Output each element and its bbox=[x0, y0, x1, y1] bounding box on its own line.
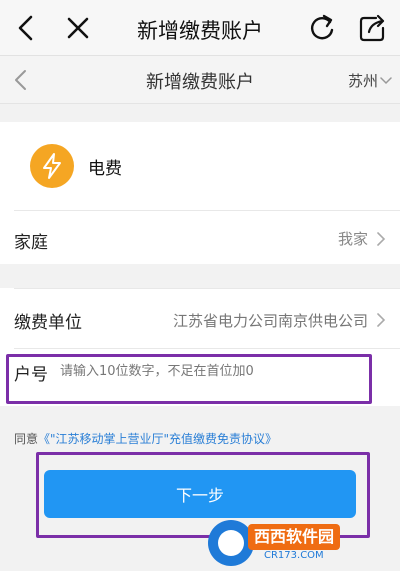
page-title: 新增缴费账户 bbox=[146, 72, 254, 93]
watermark-url: CR173.COM bbox=[264, 550, 324, 561]
refresh-icon[interactable] bbox=[306, 12, 338, 44]
home-label: 家庭 bbox=[14, 233, 48, 253]
share-icon[interactable] bbox=[356, 12, 388, 44]
agreement-link[interactable]: 《"江苏移动掌上营业厅"充值缴费免责协议》 bbox=[38, 432, 277, 446]
home-value: 我家 bbox=[337, 230, 368, 248]
chevron-right-icon bbox=[377, 313, 386, 327]
service-name: 电费 bbox=[88, 159, 122, 179]
chevron-down-icon[interactable] bbox=[380, 76, 392, 86]
next-button[interactable]: 下一步 bbox=[44, 470, 356, 518]
divider bbox=[14, 210, 400, 211]
app-nav-bar: 新增缴费账户 苏州 bbox=[0, 56, 400, 104]
divider bbox=[14, 288, 400, 289]
browser-title: 新增缴费账户 bbox=[137, 19, 263, 43]
agreement-prefix: 同意 bbox=[14, 432, 39, 446]
watermark: 西西软件园 CR173.COM bbox=[208, 520, 394, 566]
browser-top-bar: 新增缴费账户 bbox=[0, 0, 400, 56]
lightning-icon bbox=[30, 144, 74, 188]
unit-label: 缴费单位 bbox=[14, 313, 82, 333]
unit-value: 江苏省电力公司南京供电公司 bbox=[172, 312, 368, 330]
service-section: 电费 家庭 我家 bbox=[0, 122, 400, 264]
account-highlight-box bbox=[6, 354, 372, 404]
chevron-right-icon bbox=[377, 232, 386, 246]
watermark-brand: 西西软件园 bbox=[248, 524, 341, 550]
city-selector[interactable]: 苏州 bbox=[348, 70, 378, 91]
agreement-text: 同意《"江苏移动掌上营业厅"充值缴费免责协议》 bbox=[14, 430, 277, 447]
